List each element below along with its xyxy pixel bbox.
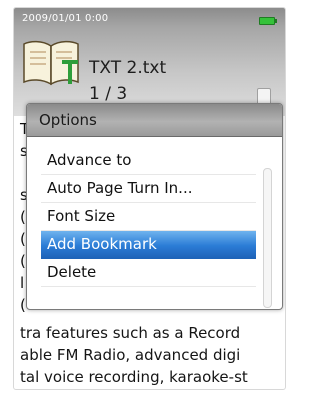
datetime-label: 2009/01/01 0:00 — [22, 13, 109, 24]
book-text-icon — [23, 40, 79, 86]
reading-line: able FM Radio, advanced digi — [20, 346, 241, 364]
player-screen: 2009/01/01 0:00 TXT 2.txt 1 / 3 T s s (… — [13, 7, 286, 390]
menu-scrollbar[interactable] — [263, 168, 272, 308]
menu-item-auto-page-turn[interactable]: Auto Page Turn In... — [41, 175, 256, 203]
media-player-device: 2009/01/01 0:00 TXT 2.txt 1 / 3 T s s (… — [0, 0, 301, 401]
header-bar: 2009/01/01 0:00 TXT 2.txt 1 / 3 — [14, 8, 285, 116]
page-indicator: 1 / 3 — [89, 84, 128, 104]
options-menu: Advance to Auto Page Turn In... Font Siz… — [41, 147, 256, 309]
reading-text-bottom: tra features such as a Record able FM Ra… — [20, 322, 282, 388]
file-name: TXT 2.txt — [89, 58, 167, 78]
options-dialog: Options Advance to Auto Page Turn In... … — [26, 103, 283, 310]
menu-item-empty — [41, 287, 256, 309]
reading-line: tra features such as a Record — [20, 324, 241, 342]
reading-line: tal voice recording, karaoke-st — [20, 368, 248, 386]
battery-icon — [259, 17, 277, 25]
menu-item-advance-to[interactable]: Advance to — [41, 147, 256, 175]
dialog-title: Options — [27, 104, 282, 137]
menu-item-add-bookmark[interactable]: Add Bookmark — [41, 231, 256, 259]
menu-item-delete[interactable]: Delete — [41, 259, 256, 287]
menu-item-font-size[interactable]: Font Size — [41, 203, 256, 231]
